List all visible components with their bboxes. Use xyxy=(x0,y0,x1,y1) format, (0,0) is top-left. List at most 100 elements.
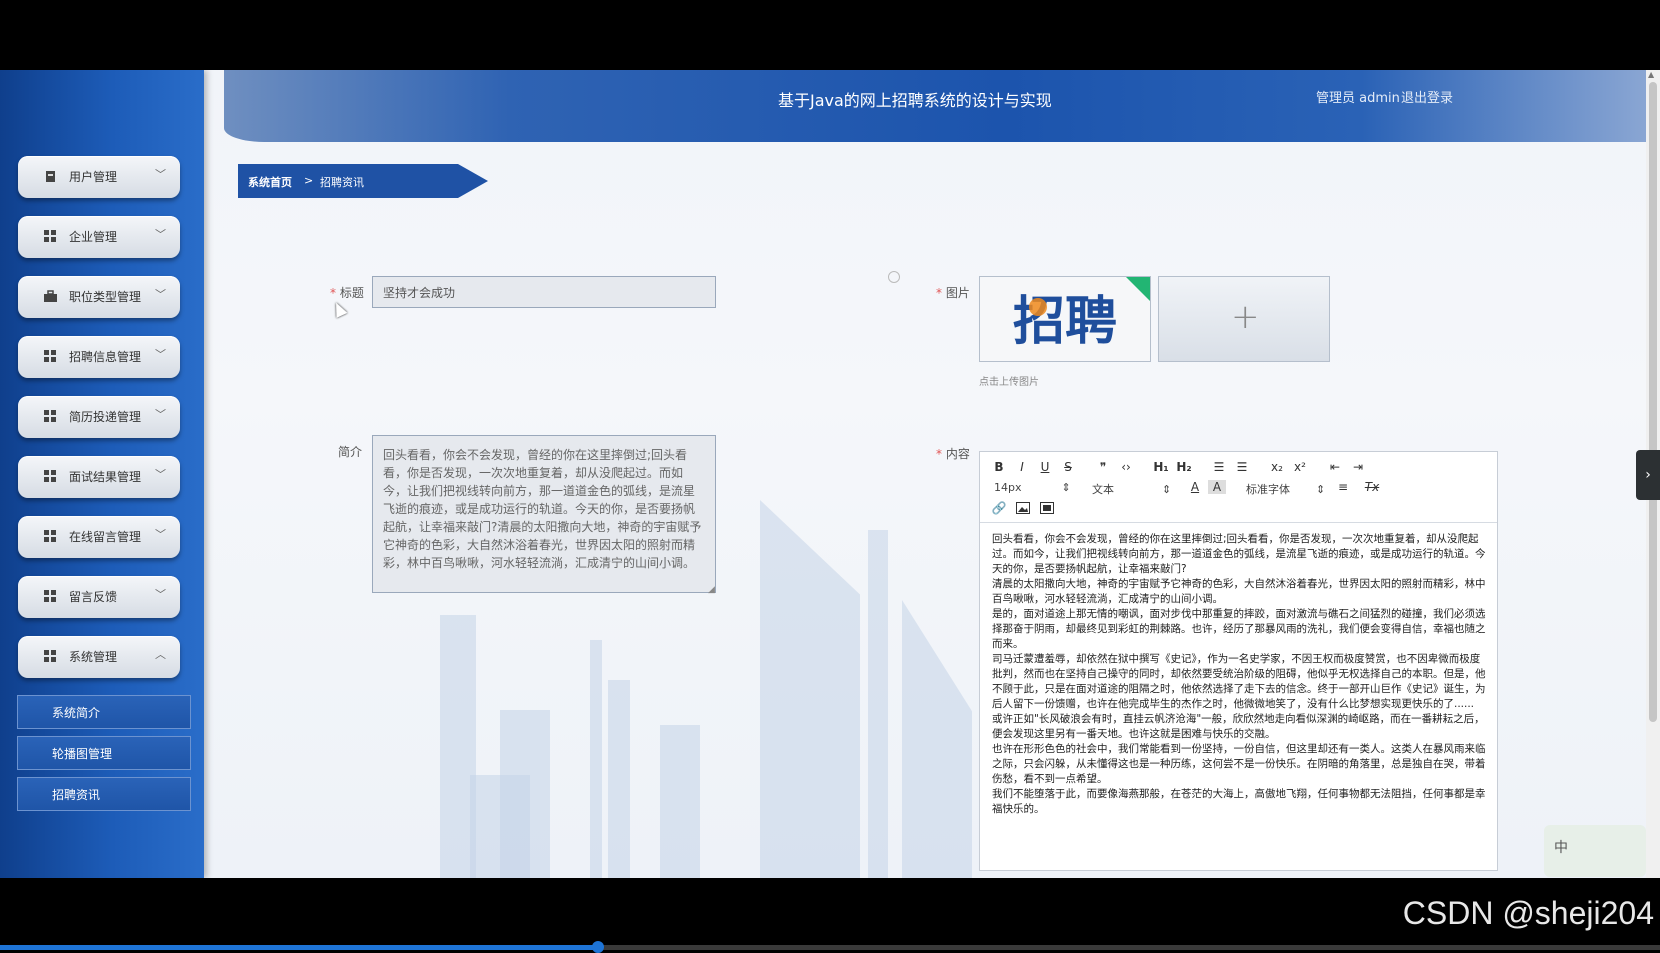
ime-mode-label: 中 xyxy=(1554,840,1568,856)
top-header: 基于Java的网上招聘系统的设计与实现 管理员 admin 退出登录 xyxy=(224,70,1646,142)
sidebar-item-recruitment-info-management[interactable]: 招聘信息管理 ﹀ xyxy=(18,336,180,378)
system-title: 基于Java的网上招聘系统的设计与实现 xyxy=(778,91,1052,110)
required-mark: * xyxy=(330,286,336,300)
font-color-button[interactable]: A xyxy=(1186,480,1204,494)
select-arrows-icon: ⇕ xyxy=(1061,481,1071,494)
chevron-down-icon: ﹀ xyxy=(155,228,166,241)
chevron-down-icon: ﹀ xyxy=(155,588,166,601)
chevron-down-icon: ﹀ xyxy=(155,408,166,421)
intro-textarea[interactable]: 回头看看，你会不会发现，曾经的你在这里摔倒过;回头看看，你是否发现，一次次地重复… xyxy=(372,435,716,593)
svg-text:招聘: 招聘 xyxy=(1013,292,1117,352)
add-image-button[interactable]: + xyxy=(1158,276,1330,362)
ordered-list-button[interactable]: ☰ xyxy=(1210,460,1228,474)
video-icon[interactable] xyxy=(1038,502,1056,514)
image-icon[interactable] xyxy=(1014,502,1032,514)
heading1-button[interactable]: H₁ xyxy=(1152,460,1170,474)
image-label-text: 图片 xyxy=(945,286,970,300)
chevron-down-icon: ﹀ xyxy=(155,168,166,181)
align-button[interactable]: ≡ xyxy=(1334,480,1352,494)
grid-icon xyxy=(44,230,56,242)
logout-link[interactable]: 退出登录 xyxy=(1401,87,1453,106)
sidebar-subitem-recruitment-news[interactable]: 招聘资讯 xyxy=(17,777,191,811)
sidebar-subitem-carousel-management[interactable]: 轮播图管理 xyxy=(17,736,191,770)
bg-building xyxy=(470,775,530,878)
bg-building xyxy=(660,725,700,878)
chevron-down-icon: ﹀ xyxy=(155,468,166,481)
grid-icon xyxy=(44,410,56,422)
sidebar-item-label: 简历投递管理 xyxy=(69,410,142,424)
font-family-select[interactable]: 标准字体 ⇕ xyxy=(1246,481,1325,497)
user-icon xyxy=(46,171,55,182)
superscript-button[interactable]: x² xyxy=(1291,460,1309,474)
sidebar-item-label: 留言反馈 xyxy=(69,590,118,604)
sidebar-item-user-management[interactable]: 用户管理 ﹀ xyxy=(18,156,180,198)
video-progress-bar[interactable] xyxy=(0,941,1660,953)
grid-icon xyxy=(44,590,56,602)
title-input[interactable] xyxy=(372,276,716,308)
breadcrumb-separator: > xyxy=(304,174,314,187)
title-label-text: 标题 xyxy=(339,286,364,300)
sidebar-item-online-message-management[interactable]: 在线留言管理 ﹀ xyxy=(18,516,180,558)
editor-toolbar: B I U S ❞ ‹› H₁ H₂ ☰ ☰ x₂ x² ⇤ ⇥ 14px ⇕ 文… xyxy=(980,452,1497,523)
required-mark: * xyxy=(936,447,942,461)
breadcrumb-current: 招聘资讯 xyxy=(320,176,364,189)
blockquote-button[interactable]: ❞ xyxy=(1094,460,1112,474)
bg-building xyxy=(760,500,860,878)
sidebar-item-job-type-management[interactable]: 职位类型管理 ﹀ xyxy=(18,276,180,318)
bullet-list-button[interactable]: ☰ xyxy=(1233,460,1251,474)
resize-handle-icon[interactable]: ◢ xyxy=(708,585,716,595)
chevron-down-icon: ﹀ xyxy=(155,288,166,301)
app-viewport: 用户管理 ﹀ 企业管理 ﹀ 职位类型管理 ﹀ 招聘信息管理 ﹀ 简历投递管理 ﹀… xyxy=(0,70,1660,878)
clear-format-button[interactable]: Tx xyxy=(1363,480,1381,494)
editor-paragraph: 司马迁蒙遭羞辱，却依然在狱中撰写《史记》，作为一名史学家，不因王权而极度赞赏，也… xyxy=(992,653,1486,710)
sidebar-item-label: 企业管理 xyxy=(69,230,118,244)
sidebar-item-resume-delivery-management[interactable]: 简历投递管理 ﹀ xyxy=(18,396,180,438)
editor-paragraph: 我们不能堕落于此，而要像海燕那般，在苍茫的大海上，高傲地飞翔，任何事物都无法阻挡… xyxy=(992,788,1486,815)
letterbox-top xyxy=(0,0,1660,70)
background-color-button[interactable]: A xyxy=(1208,480,1226,494)
sidebar-subitem-label: 招聘资讯 xyxy=(52,788,101,802)
editor-paragraph: 或许正如"长风破浪会有时，直挂云帆济沧海"一般，欣欣然地走向看似深渊的崎岖路，而… xyxy=(992,713,1485,740)
ime-widget[interactable]: 中 xyxy=(1544,825,1646,877)
font-size-value: 14px xyxy=(994,481,1022,494)
italic-button[interactable]: I xyxy=(1013,460,1031,474)
link-icon[interactable]: 🔗 xyxy=(990,501,1008,515)
video-progress-knob[interactable] xyxy=(591,941,604,953)
chevron-up-icon: ︿ xyxy=(155,648,166,661)
editor-content[interactable]: 回头看看，你会不会发现，曾经的你在这里摔倒过;回头看看，你是否发现，一次次地重复… xyxy=(992,532,1487,862)
uploaded-image-thumbnail[interactable]: 招聘 xyxy=(979,276,1151,362)
subscript-button[interactable]: x₂ xyxy=(1268,460,1286,474)
current-user-label: 管理员 admin xyxy=(1316,91,1400,106)
side-panel-toggle-chevron-right-icon[interactable]: › xyxy=(1636,450,1660,500)
mouse-cursor-icon xyxy=(330,300,348,318)
sidebar-subitem-system-intro[interactable]: 系统简介 xyxy=(17,695,191,729)
sidebar-item-interview-result-management[interactable]: 面试结果管理 ﹀ xyxy=(18,456,180,498)
select-arrows-icon: ⇕ xyxy=(1162,483,1172,496)
strike-button[interactable]: S xyxy=(1059,460,1077,474)
text-type-value: 文本 xyxy=(1092,483,1114,496)
grid-icon xyxy=(44,470,56,482)
grid-icon xyxy=(44,650,56,662)
heading2-button[interactable]: H₂ xyxy=(1175,460,1193,474)
scroll-thumb[interactable] xyxy=(1649,82,1657,722)
upload-hint-text: 点击上传图片 xyxy=(979,377,1039,388)
recruitment-logo-image: 招聘 xyxy=(980,277,1150,361)
sidebar-subitem-label: 系统简介 xyxy=(52,706,101,720)
underline-button[interactable]: U xyxy=(1036,460,1054,474)
scroll-up-arrow-icon[interactable]: ▲ xyxy=(1648,70,1654,79)
sidebar-item-message-feedback[interactable]: 留言反馈 ﹀ xyxy=(18,576,180,618)
bg-building xyxy=(902,600,972,878)
grid-icon xyxy=(44,350,56,362)
breadcrumb-home-link[interactable]: 系统首页 xyxy=(248,174,292,190)
sidebar-item-enterprise-management[interactable]: 企业管理 ﹀ xyxy=(18,216,180,258)
bold-button[interactable]: B xyxy=(990,460,1008,474)
plus-icon: + xyxy=(1231,297,1260,337)
outdent-button[interactable]: ⇤ xyxy=(1326,460,1344,474)
text-type-select[interactable]: 文本 ⇕ xyxy=(1092,481,1171,497)
image-label: * 图片 xyxy=(936,284,970,301)
code-block-button[interactable]: ‹› xyxy=(1117,460,1135,474)
bg-building xyxy=(590,640,602,878)
font-size-select[interactable]: 14px ⇕ xyxy=(994,481,1071,494)
sidebar-item-system-management[interactable]: 系统管理 ︿ xyxy=(18,636,180,678)
indent-button[interactable]: ⇥ xyxy=(1349,460,1367,474)
